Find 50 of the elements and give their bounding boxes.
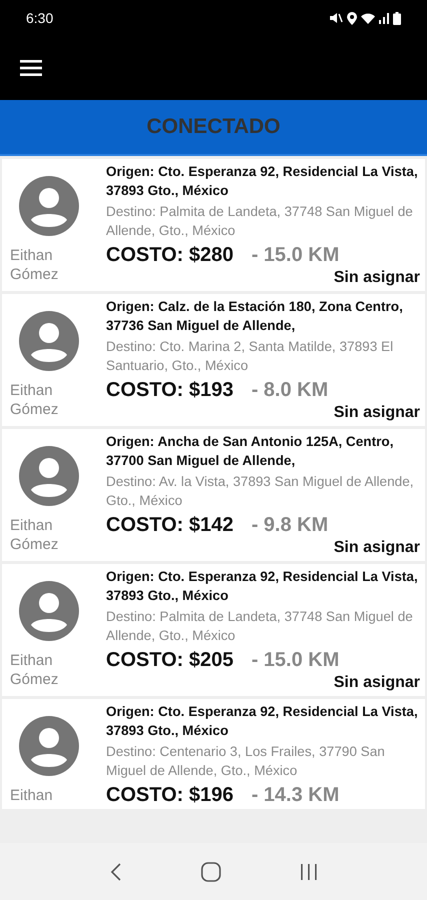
avatar-icon: [19, 176, 79, 236]
location-icon: [347, 12, 357, 24]
passenger-name: Eithan: [10, 786, 54, 805]
destination-address: Destino: Av. la Vista, 37893 San Miguel de Allende, Gto., México: [106, 473, 415, 510]
trip-card[interactable]: Eithan Gómez Origen: Cto. Esperanza 92, Residencial La Vista, 37893 Gto., México Destino: Palmita de Landeta, 37748 San Miguel de Allende, Gto., México COSTO: $205 - 15.0 KM Sin asignar: [2, 564, 425, 696]
signal-icon: [379, 12, 389, 24]
passenger-name: Eithan Gómez: [10, 651, 60, 689]
trip-card[interactable]: Eithan Gómez Origen: Cto. Esperanza 92, Residencial La Vista, 37893 Gto., México Destino: Palmita de Landeta, 37748 San Miguel de Allende, Gto., México COSTO: $280 - 15.0 KM Sin asignar: [2, 159, 425, 291]
origin-address: Origen: Cto. Esperanza 92, Residencial La Vista, 37893 Gto., México: [106, 568, 419, 605]
mute-icon: [329, 12, 343, 24]
origin-address: Origen: Ancha de San Antonio 125A, Centro, 37700 San Miguel de Allende,: [106, 433, 395, 470]
trip-cost: COSTO: $196: [106, 783, 234, 807]
avatar-icon: [19, 581, 79, 641]
passenger-name: Eithan Gómez: [10, 246, 60, 284]
trip-status: Sin asignar: [334, 673, 420, 693]
trip-cost: COSTO: $280: [106, 243, 234, 267]
trip-cost: COSTO: $205: [106, 648, 234, 672]
origin-address: Origen: Cto. Esperanza 92, Residencial La Vista, 37893 Gto., México: [106, 163, 419, 200]
battery-icon: [393, 12, 401, 24]
trip-distance: - 9.8 KM: [251, 513, 328, 537]
trip-cost: COSTO: $193: [106, 378, 234, 402]
status-time: 6:30: [26, 10, 54, 26]
avatar-icon: [19, 311, 79, 371]
trip-cost: COSTO: $142: [106, 513, 234, 537]
trip-card[interactable]: Eithan Gómez Origen: Ancha de San Antonio 125A, Centro, 37700 San Miguel de Allende, Destino: Av. la Vista, 37893 San Miguel de Allende, Gto., México COSTO: $142 - 9.8 KM Sin asignar: [2, 429, 425, 561]
destination-address: Destino: Palmita de Landeta, 37748 San Miguel de Allende, Gto., México: [106, 203, 414, 240]
destination-address: Destino: Palmita de Landeta, 37748 San Miguel de Allende, Gto., México: [106, 608, 414, 645]
home-icon[interactable]: [200, 862, 220, 882]
passenger-name: Eithan Gómez: [10, 516, 60, 554]
trip-status: Sin asignar: [334, 268, 420, 288]
trip-status: Sin asignar: [334, 538, 420, 558]
passenger-name: Eithan Gómez: [10, 381, 60, 419]
destination-address: Destino: Centenario 3, Los Frailes, 37790 San Miguel de Allende, Gto., México: [106, 743, 386, 780]
trip-distance: - 15.0 KM: [251, 243, 340, 267]
trip-distance: - 14.3 KM: [251, 783, 340, 807]
connection-status: CONECTADO: [146, 115, 280, 139]
origin-address: Origen: Calz. de la Estación 180, Zona Centro, 37736 San Miguel de Allende,: [106, 298, 404, 335]
trip-distance: - 8.0 KM: [251, 378, 328, 402]
recents-icon[interactable]: [300, 864, 318, 880]
back-icon[interactable]: [110, 862, 122, 880]
avatar-icon: [19, 446, 79, 506]
menu-icon[interactable]: [20, 60, 42, 76]
trip-status: Sin asignar: [334, 403, 420, 423]
trip-card[interactable]: Eithan Gómez Origen: Calz. de la Estación 180, Zona Centro, 37736 San Miguel de Allende, Destino: Cto. Marina 2, Santa Matilde, 37893 El Santuario, Gto., México COSTO: $193 - 8.0 KM Sin asignar: [2, 294, 425, 426]
wifi-icon: [361, 12, 375, 24]
destination-address: Destino: Cto. Marina 2, Santa Matilde, 37893 El Santuario, Gto., México: [106, 338, 394, 375]
trip-card[interactable]: Eithan Origen: Cto. Esperanza 92, Residencial La Vista, 37893 Gto., México Destino: Centenario 3, Los Frailes, 37790 San Miguel de Allende, Gto., México COSTO: $196 - 14.3 KM: [2, 699, 425, 809]
trip-distance: - 15.0 KM: [251, 648, 340, 672]
origin-address: Origen: Cto. Esperanza 92, Residencial La Vista, 37893 Gto., México: [106, 703, 419, 740]
avatar-icon: [19, 716, 79, 776]
